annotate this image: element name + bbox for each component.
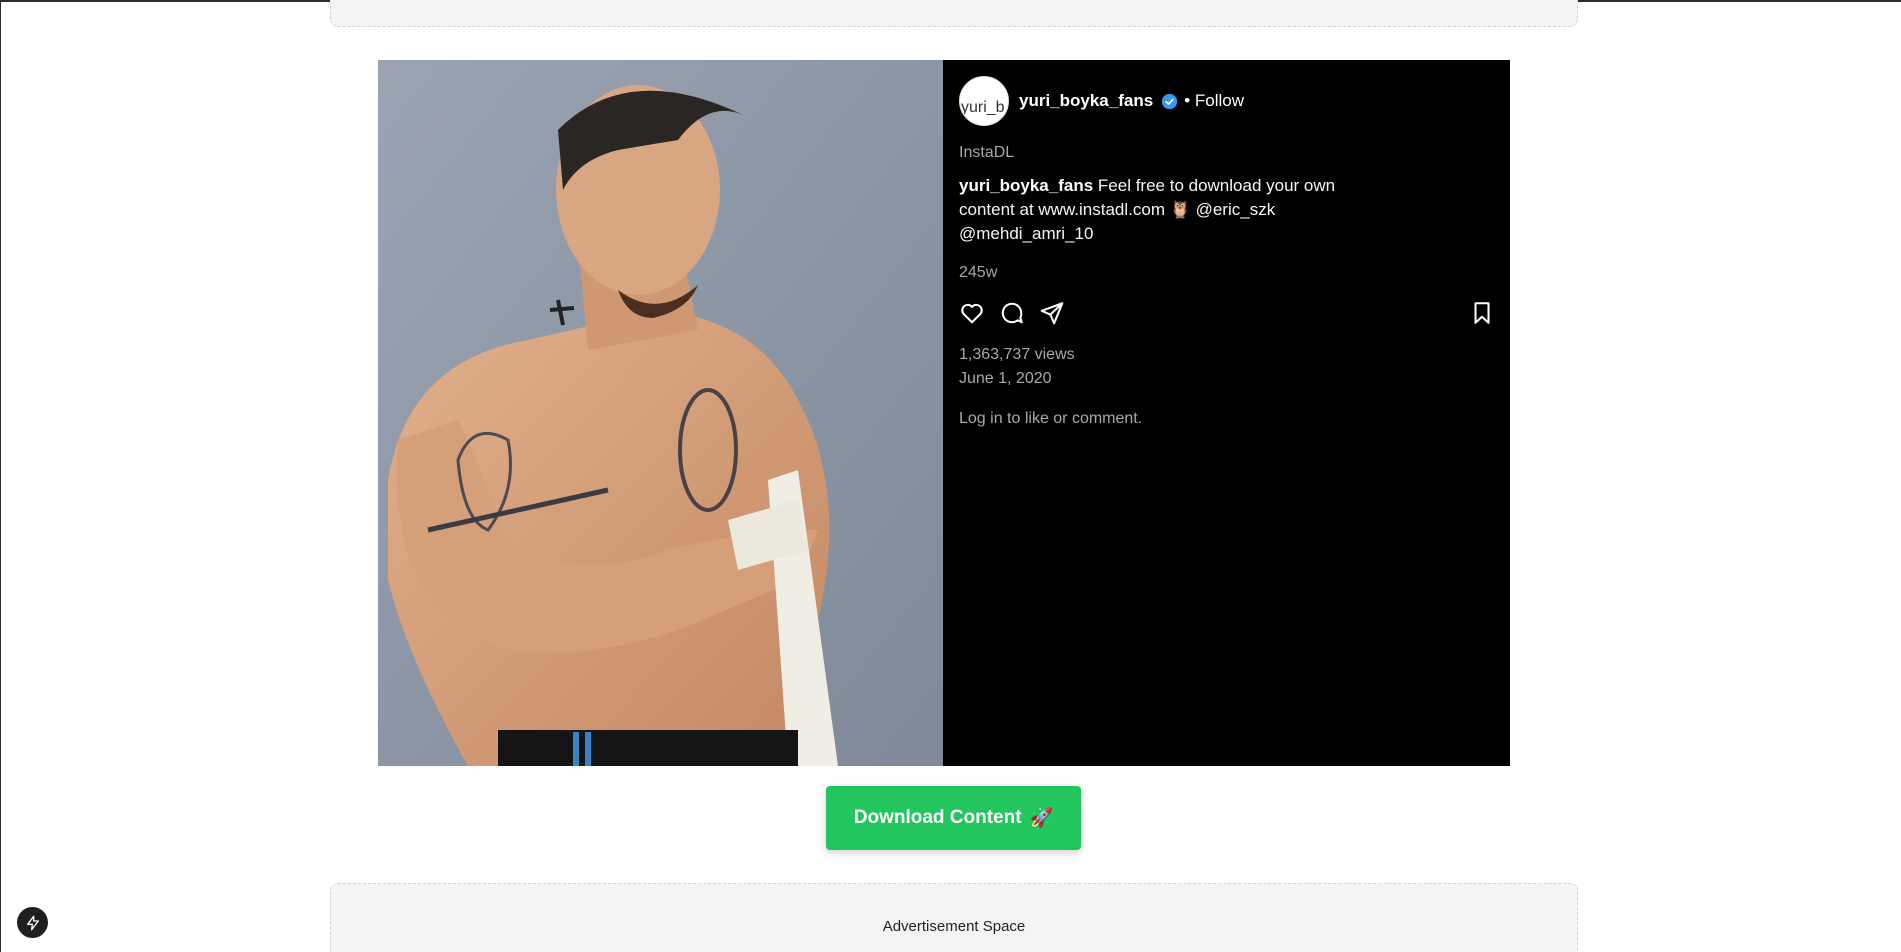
post-age: 245w bbox=[959, 264, 998, 281]
ad-space-top bbox=[330, 0, 1578, 27]
download-content-button[interactable]: Download Content 🚀 bbox=[826, 786, 1081, 850]
page: yuri_b yuri_boyka_fans • Follow InstaDL … bbox=[0, 0, 1901, 952]
send-icon[interactable] bbox=[1039, 300, 1065, 326]
post-header: yuri_b yuri_boyka_fans • Follow bbox=[959, 76, 1244, 126]
follow-button[interactable]: • Follow bbox=[1184, 91, 1244, 111]
bolt-glyph bbox=[26, 915, 39, 930]
heart-icon[interactable] bbox=[959, 300, 985, 326]
avatar[interactable]: yuri_b bbox=[959, 76, 1009, 126]
post-date[interactable]: June 1, 2020 bbox=[959, 367, 1052, 391]
post-photo bbox=[378, 60, 943, 766]
instagram-embed: yuri_b yuri_boyka_fans • Follow InstaDL … bbox=[378, 60, 1510, 766]
avatar-alt-text: yuri_b bbox=[961, 99, 1005, 116]
caption-username[interactable]: yuri_boyka_fans bbox=[959, 176, 1093, 195]
lightning-icon[interactable] bbox=[17, 907, 48, 938]
username-link[interactable]: yuri_boyka_fans bbox=[1019, 91, 1153, 111]
comment-icon[interactable] bbox=[999, 300, 1025, 326]
verified-badge-icon bbox=[1162, 93, 1178, 109]
action-bar bbox=[959, 300, 1495, 328]
bookmark-icon[interactable] bbox=[1469, 300, 1495, 326]
post-image bbox=[378, 60, 943, 766]
download-button-label: Download Content bbox=[853, 807, 1022, 828]
post-panel: yuri_b yuri_boyka_fans • Follow InstaDL … bbox=[943, 60, 1510, 766]
post-caption: yuri_boyka_fans Feel free to download yo… bbox=[959, 174, 1359, 246]
ad-space-bottom: Advertisement Space bbox=[330, 883, 1578, 952]
ad-label: Advertisement Space bbox=[882, 918, 1026, 935]
source-label: InstaDL bbox=[959, 144, 1015, 161]
login-prompt[interactable]: Log in to like or comment. bbox=[959, 407, 1142, 431]
view-count: 1,363,737 views bbox=[959, 346, 1075, 363]
rocket-icon: 🚀 bbox=[1029, 808, 1054, 829]
